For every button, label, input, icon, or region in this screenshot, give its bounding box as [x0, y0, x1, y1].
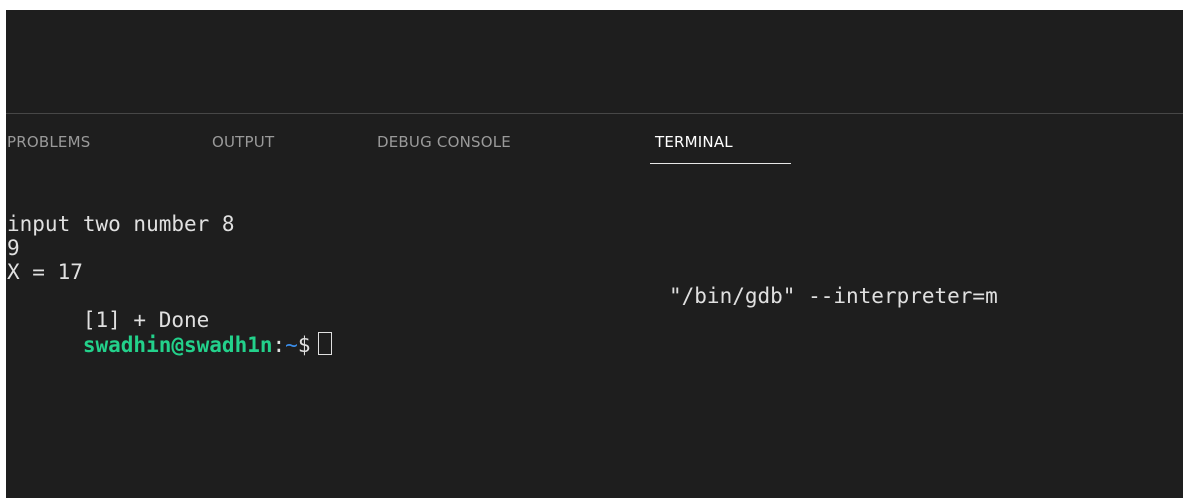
- terminal-prompt-line: swadhin@swadh1n:~$: [7, 308, 333, 357]
- tab-problems[interactable]: PROBLEMS: [7, 133, 90, 151]
- prompt-colon: :: [272, 333, 286, 357]
- terminal-line: X = 17: [7, 260, 83, 284]
- terminal-cursor[interactable]: [318, 332, 333, 355]
- tab-terminal[interactable]: TERMINAL: [655, 133, 733, 151]
- terminal-output[interactable]: input two number 8 9 X = 17 [1] + Done "…: [6, 212, 1183, 492]
- panel-tab-bar: PROBLEMS OUTPUT DEBUG CONSOLE TERMINAL: [6, 114, 1183, 166]
- prompt-path: ~: [285, 333, 298, 357]
- terminal-line: 9: [7, 236, 20, 260]
- tab-output[interactable]: OUTPUT: [212, 133, 274, 151]
- prompt-dollar: $: [297, 333, 311, 357]
- terminal-line: input two number 8: [7, 212, 235, 236]
- prompt-user-host: swadhin@swadh1n: [82, 333, 273, 357]
- job-command: "/bin/gdb" --interpreter=m: [669, 284, 998, 308]
- terminal-line-job-done: [1] + Done "/bin/gdb" --interpreter=m: [7, 284, 1177, 332]
- tab-debug-console[interactable]: DEBUG CONSOLE: [377, 133, 511, 151]
- active-tab-indicator: [650, 163, 791, 164]
- vscode-window: PROBLEMS OUTPUT DEBUG CONSOLE TERMINAL i…: [6, 10, 1183, 498]
- editor-area[interactable]: [6, 10, 1183, 114]
